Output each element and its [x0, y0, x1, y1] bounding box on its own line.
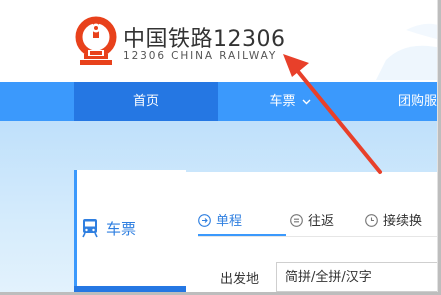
nav-item-home[interactable]: 首页: [74, 82, 218, 121]
header-decoration: [376, 23, 441, 80]
from-station-label: 出发地: [220, 272, 260, 287]
tab-divider: [198, 236, 441, 237]
from-station-input[interactable]: [276, 262, 441, 292]
train-icon: [82, 219, 98, 238]
nav-item-home-label: 首页: [132, 94, 159, 109]
nav-item-ticket-label: 车票: [269, 94, 296, 109]
tab-connecting[interactable]: 接续换: [365, 210, 423, 229]
sidebar-accent: [74, 170, 77, 290]
china-railway-logo-icon[interactable]: [74, 16, 118, 66]
nav-item-group-label: 团购服: [398, 94, 438, 109]
connect-circle-icon: [365, 214, 378, 227]
tab-connecting-label: 接续换: [383, 214, 423, 229]
swap-circle-icon: [290, 214, 303, 227]
tab-round-trip-label: 往返: [308, 214, 335, 229]
chevron-down-icon: [302, 99, 310, 104]
sidebar-item-ticket[interactable]: 车票: [106, 218, 136, 239]
nav-item-ticket[interactable]: 车票: [218, 82, 362, 121]
brand-title: 中国铁路12306: [123, 27, 286, 52]
tab-one-way-label: 单程: [216, 214, 243, 229]
arrow-circle-icon: [198, 214, 211, 227]
site-header: 中国铁路12306 12306 CHINA RAILWAY: [0, 0, 441, 82]
tab-round-trip[interactable]: 往返: [290, 210, 335, 229]
browser-viewport: 中国铁路12306 12306 CHINA RAILWAY 首页 车票 团购服 …: [0, 0, 441, 295]
tab-one-way[interactable]: 单程: [198, 210, 243, 229]
main-nav: 首页 车票 团购服: [0, 82, 441, 121]
brand-subtitle: 12306 CHINA RAILWAY: [123, 50, 278, 62]
nav-item-group-purchase[interactable]: 团购服: [362, 82, 441, 121]
